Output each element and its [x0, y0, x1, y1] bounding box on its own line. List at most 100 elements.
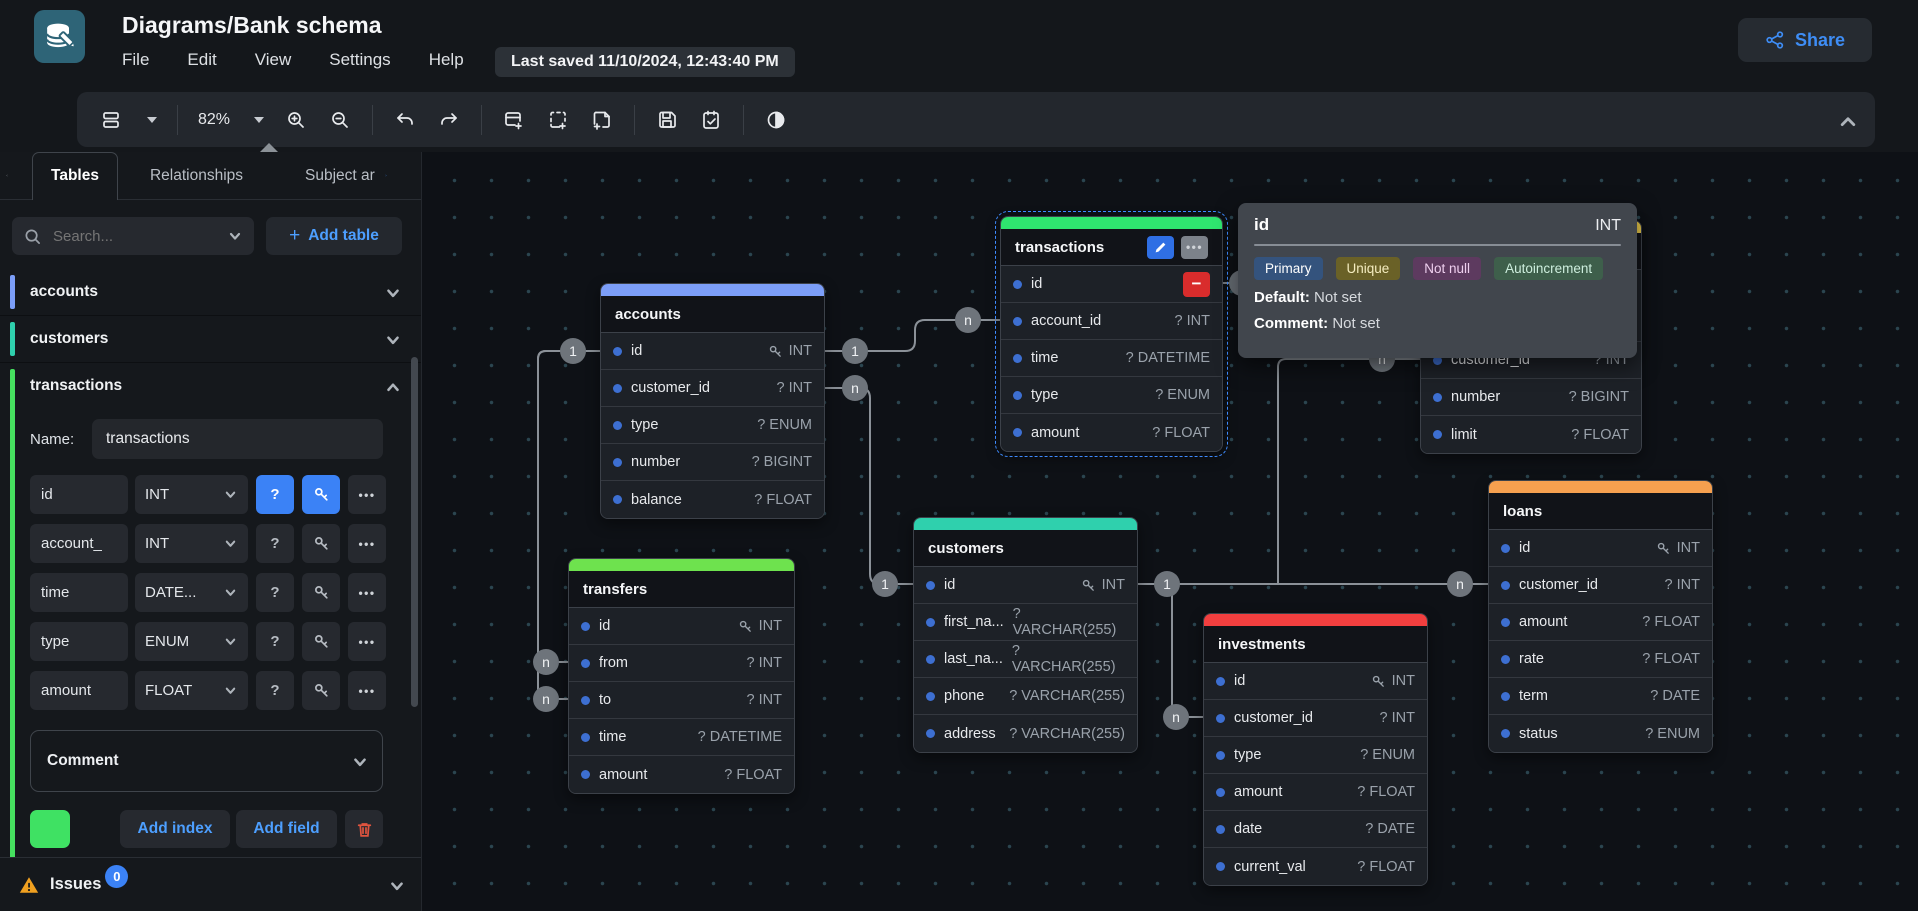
app-logo[interactable] — [34, 10, 85, 63]
field-row[interactable]: time? DATETIME — [1001, 340, 1222, 377]
accordion-transactions[interactable]: transactions Name: id INT ? — [0, 363, 421, 875]
comment-section[interactable]: Comment — [30, 730, 383, 792]
add-note-button[interactable] — [590, 108, 614, 132]
delete-field-button[interactable]: − — [1183, 272, 1210, 297]
field-row[interactable]: rate? FLOAT — [1489, 641, 1712, 678]
field-more-button[interactable]: ••• — [348, 671, 386, 710]
field-row[interactable]: amount? FLOAT — [1204, 774, 1427, 811]
menu-settings[interactable]: Settings — [329, 50, 390, 70]
field-row[interactable]: number? BIGINT — [601, 444, 824, 481]
field-row[interactable]: limit? FLOAT — [1421, 416, 1641, 453]
field-name-input[interactable]: amount — [30, 671, 128, 710]
field-row[interactable]: to? INT — [569, 682, 794, 719]
table-name-input[interactable] — [92, 419, 383, 459]
zoom-caret-icon[interactable] — [254, 117, 264, 123]
table-color-picker[interactable] — [30, 810, 70, 848]
chevron-down-icon[interactable] — [352, 754, 366, 768]
nullable-button[interactable]: ? — [256, 671, 294, 710]
field-row[interactable]: customer_id? INT — [601, 370, 824, 407]
layout-view-button[interactable] — [99, 108, 123, 132]
field-more-button[interactable]: ••• — [348, 524, 386, 563]
primary-key-button[interactable] — [302, 573, 340, 612]
tab-subject-areas[interactable]: Subject ar — [287, 157, 379, 195]
toolbar-collapse-icon[interactable] — [1839, 113, 1853, 127]
save-button[interactable] — [655, 108, 679, 132]
primary-key-button[interactable] — [302, 524, 340, 563]
field-name-input[interactable]: id — [30, 475, 128, 514]
issues-bar[interactable]: Issues 0 — [0, 857, 421, 911]
primary-key-button[interactable] — [302, 622, 340, 661]
menu-view[interactable]: View — [255, 50, 292, 70]
add-table-sidebar-button[interactable]: + Add table — [266, 217, 402, 255]
primary-key-button[interactable] — [302, 475, 340, 514]
undo-button[interactable] — [393, 108, 417, 132]
add-area-button[interactable] — [546, 108, 570, 132]
field-row[interactable]: phone? VARCHAR(255) — [914, 678, 1137, 715]
nullable-button[interactable]: ? — [256, 573, 294, 612]
field-row[interactable]: type? ENUM — [1204, 737, 1427, 774]
tab-relationships[interactable]: Relationships — [132, 157, 261, 195]
field-row[interactable]: customer_id? INT — [1204, 700, 1427, 737]
field-row[interactable]: first_na...? VARCHAR(255) — [914, 604, 1137, 641]
nullable-button[interactable]: ? — [256, 475, 294, 514]
field-type-select[interactable]: ENUM — [135, 622, 248, 661]
field-row[interactable]: last_na...? VARCHAR(255) — [914, 641, 1137, 678]
field-row[interactable]: account_id? INT — [1001, 303, 1222, 340]
table-transactions[interactable]: transactions ••• id− account_id? INT tim… — [1000, 216, 1223, 452]
todo-button[interactable] — [699, 108, 723, 132]
field-more-button[interactable]: ••• — [348, 622, 386, 661]
field-row[interactable]: from? INT — [569, 645, 794, 682]
field-more-button[interactable]: ••• — [348, 475, 386, 514]
field-more-button[interactable]: ••• — [348, 573, 386, 612]
menu-edit[interactable]: Edit — [187, 50, 216, 70]
field-row[interactable]: time? DATETIME — [569, 719, 794, 756]
menu-file[interactable]: File — [122, 50, 149, 70]
field-type-select[interactable]: INT — [135, 475, 248, 514]
nullable-button[interactable]: ? — [256, 524, 294, 563]
field-row[interactable]: idINT — [569, 608, 794, 645]
field-row[interactable]: idINT — [601, 333, 824, 370]
accordion-accounts[interactable]: accounts — [0, 269, 421, 316]
tabs-scroll-right-icon[interactable] — [379, 169, 393, 183]
sidebar-scrollbar[interactable] — [411, 357, 418, 707]
table-loans[interactable]: loans idINT customer_id? INT amount? FLO… — [1488, 480, 1713, 753]
delete-table-button[interactable] — [345, 810, 383, 848]
field-name-input[interactable]: time — [30, 573, 128, 612]
zoom-level[interactable]: 82% — [198, 111, 230, 129]
menu-help[interactable]: Help — [429, 50, 464, 70]
tabs-scroll-left-icon[interactable] — [0, 169, 14, 183]
chevron-up-icon[interactable] — [385, 379, 399, 393]
zoom-in-button[interactable] — [284, 108, 308, 132]
edit-table-button[interactable] — [1147, 236, 1174, 259]
layout-caret-icon[interactable] — [147, 117, 157, 123]
theme-toggle-button[interactable] — [764, 108, 788, 132]
field-row[interactable]: type? ENUM — [601, 407, 824, 444]
field-row[interactable]: number? BIGINT — [1421, 379, 1641, 416]
table-investments[interactable]: investments idINT customer_id? INT type?… — [1203, 613, 1428, 886]
table-transfers[interactable]: transfers idINT from? INT to? INT time? … — [568, 558, 795, 794]
add-field-button[interactable]: Add field — [236, 810, 337, 848]
search-chevron-down-icon[interactable] — [228, 229, 242, 243]
field-type-select[interactable]: DATE... — [135, 573, 248, 612]
field-type-select[interactable]: FLOAT — [135, 671, 248, 710]
field-row[interactable]: amount? FLOAT — [1489, 604, 1712, 641]
chevron-down-icon[interactable] — [385, 332, 399, 346]
field-row[interactable]: idINT — [1489, 530, 1712, 567]
field-row[interactable]: balance? FLOAT — [601, 481, 824, 518]
add-table-button[interactable] — [502, 108, 526, 132]
table-search[interactable] — [12, 217, 254, 255]
diagram-canvas[interactable]: 1 n 1 n n n 1 1 n n n accounts id — [422, 152, 1918, 911]
field-row[interactable]: amount? FLOAT — [569, 756, 794, 793]
field-row[interactable]: date? DATE — [1204, 811, 1427, 848]
field-row[interactable]: current_val? FLOAT — [1204, 848, 1427, 885]
accordion-customers[interactable]: customers — [0, 316, 421, 363]
search-input[interactable] — [53, 228, 203, 245]
nullable-button[interactable]: ? — [256, 622, 294, 661]
field-name-input[interactable]: type — [30, 622, 128, 661]
field-row[interactable]: term? DATE — [1489, 678, 1712, 715]
issues-chevron-down-icon[interactable] — [389, 878, 403, 892]
tab-tables[interactable]: Tables — [32, 152, 118, 200]
primary-key-button[interactable] — [302, 671, 340, 710]
share-button[interactable]: Share — [1738, 18, 1872, 62]
field-name-input[interactable]: account_ — [30, 524, 128, 563]
